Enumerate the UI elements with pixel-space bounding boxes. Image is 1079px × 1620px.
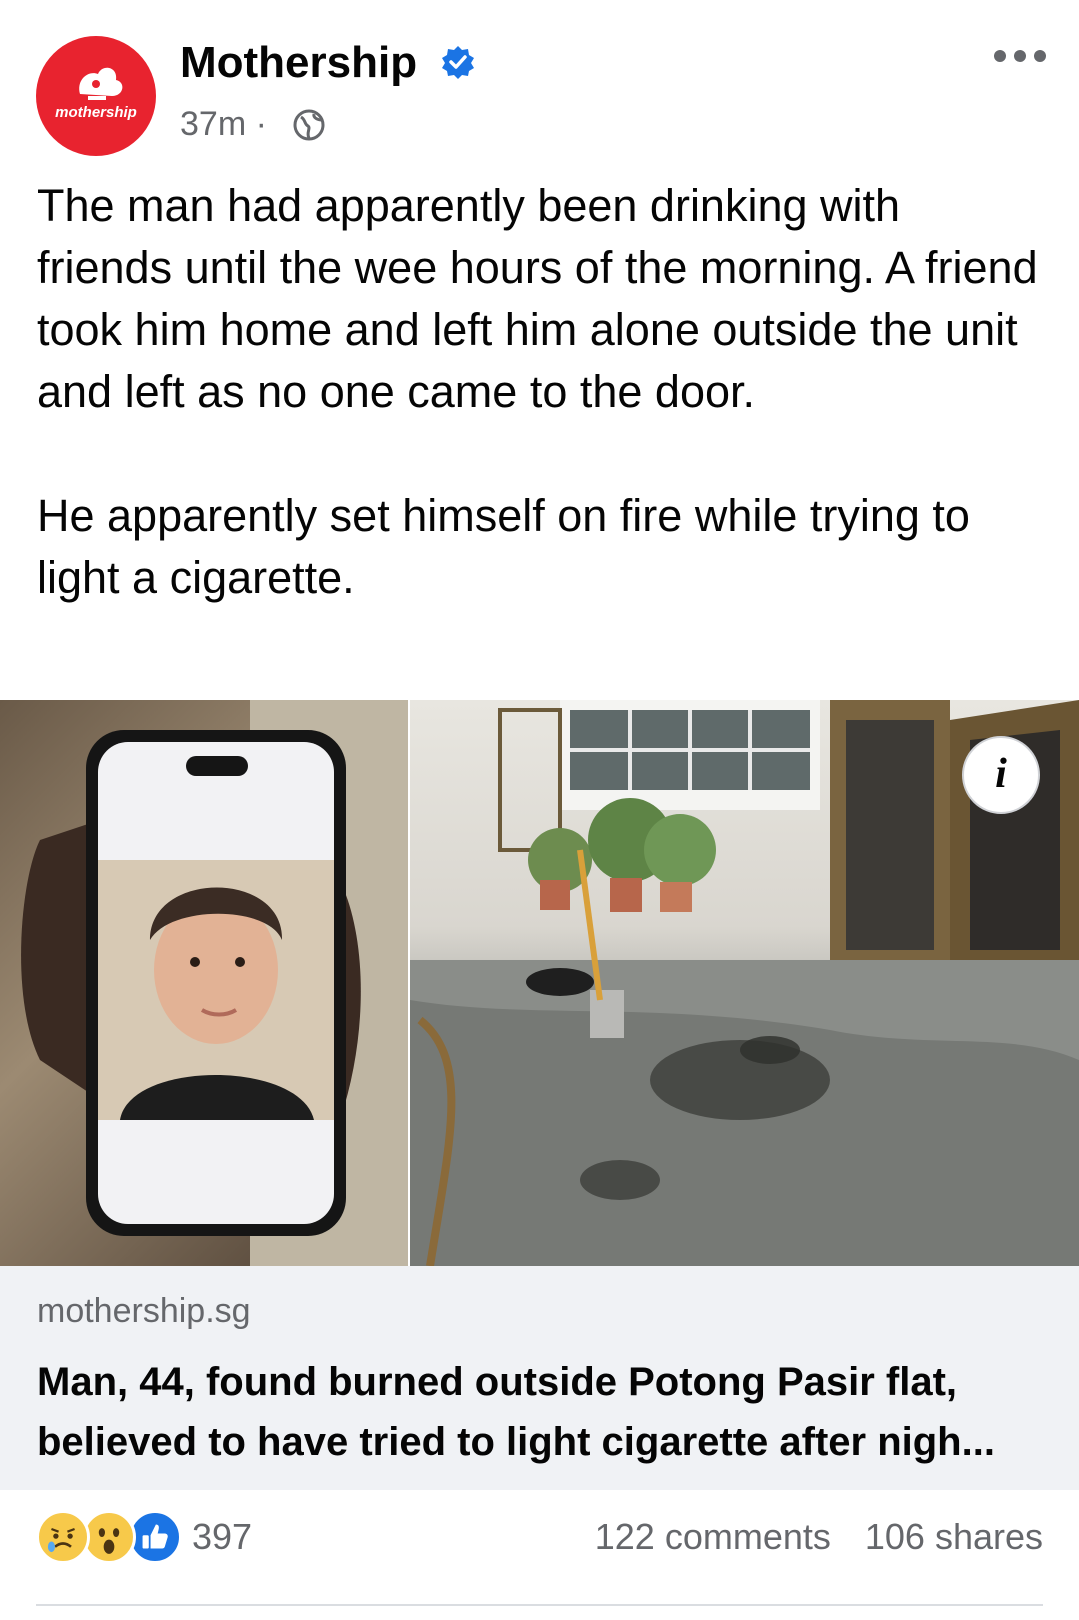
comments-count[interactable]: 122 comments (595, 1516, 831, 1557)
post-meta: 37m · (180, 100, 267, 148)
photo-phone-portrait[interactable] (0, 700, 408, 1266)
post-time[interactable]: 37m (180, 105, 246, 143)
footer-divider (36, 1604, 1043, 1606)
info-icon: i (995, 751, 1007, 797)
like-reaction-icon (128, 1510, 182, 1564)
reaction-icons[interactable] (36, 1510, 186, 1566)
reaction-count[interactable]: 397 (192, 1510, 252, 1564)
mothership-logo-icon (79, 67, 123, 100)
globe-icon (293, 109, 325, 141)
page-avatar[interactable]: mothership (36, 36, 156, 156)
link-preview[interactable]: mothership.sg Man, 44, found burned outs… (0, 1266, 1079, 1490)
post-header: mothership Mothership 37m · (0, 0, 1079, 170)
phone-photo-illustration (21, 700, 408, 1266)
engagement-stats: 122 comments 106 shares (595, 1510, 1043, 1564)
more-options-icon[interactable] (990, 46, 1050, 66)
sad-reaction-icon (36, 1510, 90, 1564)
link-domain: mothership.sg (37, 1292, 251, 1330)
shares-count[interactable]: 106 shares (865, 1516, 1043, 1557)
info-button[interactable]: i (962, 736, 1040, 814)
avatar-label: mothership (55, 104, 137, 121)
verified-badge-icon (442, 46, 474, 79)
post-paragraph: The man had apparently been drinking wit… (37, 180, 1038, 417)
meta-separator: · (255, 105, 267, 143)
link-title: Man, 44, found burned outside Potong Pas… (37, 1360, 995, 1464)
post-body: The man had apparently been drinking wit… (37, 175, 1047, 609)
wow-reaction-icon (82, 1510, 136, 1564)
page-name[interactable]: Mothership (180, 36, 417, 90)
post-paragraph: He apparently set himself on fire while … (37, 490, 970, 603)
